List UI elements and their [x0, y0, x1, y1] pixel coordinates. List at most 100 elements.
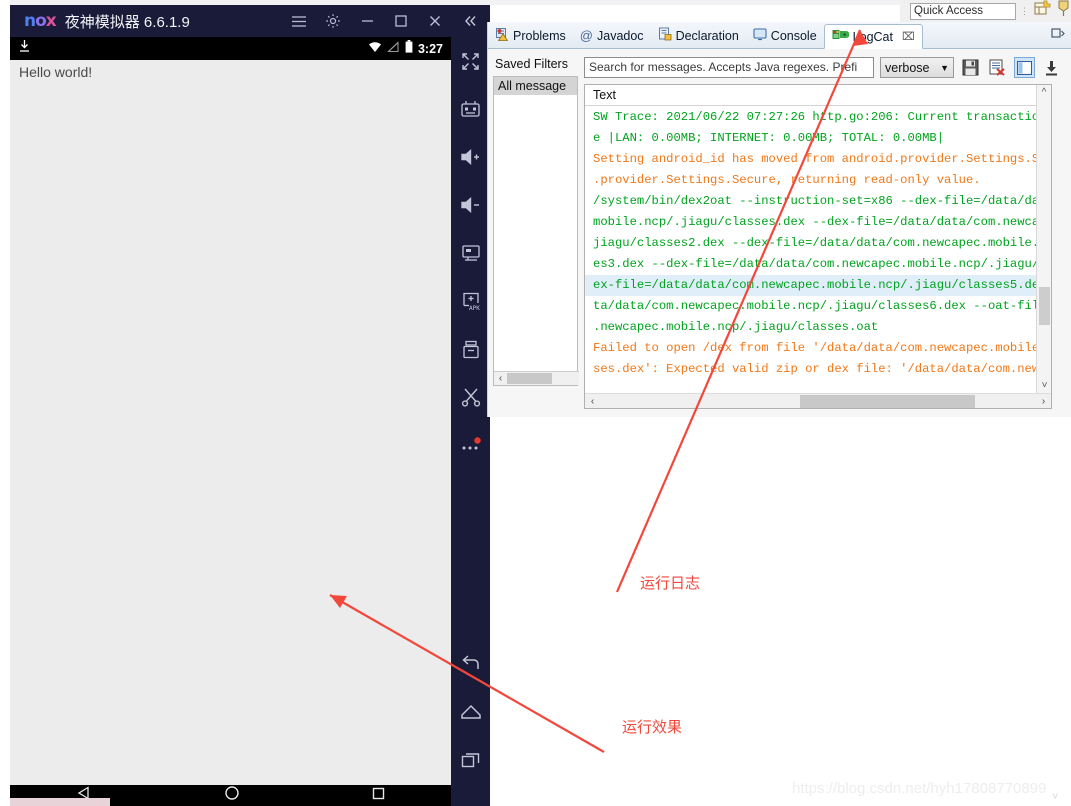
logcat-view: Problems @ Javadoc Declaration Console L…	[487, 22, 1071, 417]
log-row[interactable]: ex-file=/data/data/com.newcapec.mobile.n…	[585, 275, 1051, 296]
log-row[interactable]: ses.dex': Expected valid zip or dex file…	[585, 359, 1051, 380]
scroll-left-icon[interactable]: ‹	[494, 373, 507, 384]
save-log-icon[interactable]	[960, 57, 981, 78]
javadoc-icon: @	[579, 28, 593, 43]
saved-filters-panel: Saved Filters All message ‹	[493, 54, 579, 409]
scroll-track[interactable]	[600, 394, 1036, 408]
scroll-left-icon[interactable]: ‹	[585, 396, 600, 407]
log-row[interactable]: es3.dex --dex-file=/data/data/com.newcap…	[585, 254, 1051, 275]
scroll-lock-icon[interactable]	[1041, 57, 1062, 78]
shared-folder-icon[interactable]	[451, 325, 490, 373]
log-hscrollbar[interactable]: ‹ ›	[585, 393, 1051, 408]
filter-item-all-message[interactable]: All message	[494, 77, 577, 95]
logcat-toolbar: Search for messages. Accepts Java regexe…	[584, 54, 1066, 81]
log-message-table[interactable]: Text SW Trace: 2021/06/22 07:27:26 http.…	[584, 84, 1052, 409]
log-row[interactable]: mobile.ncp/.jiagu/classes.dex --dex-file…	[585, 212, 1051, 233]
saved-filters-list[interactable]: All message ‹	[493, 76, 579, 386]
tab-logcat[interactable]: LogCat ⌧	[823, 24, 923, 49]
recents-icon[interactable]	[371, 786, 386, 806]
watermark-text: https://blog.csdn.net/hyh17808770899	[792, 780, 1047, 797]
search-input[interactable]: Search for messages. Accepts Java regexe…	[584, 57, 874, 78]
menu-icon[interactable]	[282, 6, 316, 36]
logcat-icon	[832, 28, 850, 45]
svg-text:APK: APK	[469, 305, 480, 311]
sidebar-home-icon[interactable]	[451, 688, 490, 736]
close-icon[interactable]	[418, 6, 452, 36]
log-row[interactable]: SW Trace: 2021/06/22 07:27:26 http.go:20…	[585, 107, 1051, 128]
log-row[interactable]: Failed to open /dex from file '/data/dat…	[585, 338, 1051, 359]
nox-logo: nox	[24, 11, 57, 31]
log-row[interactable]: Setting android_id has moved from androi…	[585, 149, 1051, 170]
wifi-icon	[368, 40, 382, 58]
scroll-thumb[interactable]	[1039, 287, 1050, 325]
console-icon	[753, 27, 767, 44]
fullscreen-icon[interactable]	[451, 37, 490, 85]
tab-label: Javadoc	[597, 28, 644, 43]
logcat-body: Saved Filters All message ‹ Search for m…	[488, 49, 1071, 417]
maximize-icon[interactable]	[384, 6, 418, 36]
open-perspective-icon[interactable]	[1034, 0, 1051, 22]
chevron-down-icon: ▼	[940, 62, 949, 73]
more-icon[interactable]	[451, 421, 490, 469]
download-icon	[18, 39, 31, 58]
screenshot-root: nox 夜神模拟器 6.6.1.9 3:27 Hello world! APK …	[0, 0, 1071, 806]
nox-emulator-window: nox 夜神模拟器 6.6.1.9 3:27 Hello world! APK	[10, 5, 490, 806]
problems-icon	[495, 27, 509, 44]
desktop-edge-strip	[10, 798, 110, 806]
log-row[interactable]: .newcapec.mobile.ncp/.jiagu/classes.oat	[585, 317, 1051, 338]
view-menu-icon[interactable]	[1051, 27, 1066, 45]
log-row[interactable]: /system/bin/dex2oat --instruction-set=x8…	[585, 191, 1051, 212]
tab-label: LogCat	[852, 29, 893, 44]
volume-down-icon[interactable]	[451, 181, 490, 229]
filters-hscrollbar[interactable]: ‹	[494, 371, 579, 385]
hello-world-text: Hello world!	[19, 64, 93, 80]
view-tabbar: Problems @ Javadoc Declaration Console L…	[488, 22, 1071, 49]
sidebar-back-icon[interactable]	[451, 640, 490, 688]
eclipse-top-bar: Quick Access ⋮	[900, 0, 1071, 22]
nox-logo-x: x	[45, 11, 57, 31]
android-status-bar: 3:27	[10, 37, 451, 60]
screenshot-icon[interactable]	[451, 229, 490, 277]
scroll-up-icon[interactable]: ^	[1037, 85, 1051, 100]
sidebar-collapse-icon[interactable]	[451, 5, 490, 37]
minimize-icon[interactable]	[350, 6, 384, 36]
keyboard-mapping-icon[interactable]	[451, 85, 490, 133]
emulator-sidebar: APK	[451, 5, 490, 806]
cut-icon[interactable]	[451, 373, 490, 421]
annotation-run-log: 运行日志	[640, 574, 701, 592]
saved-filters-title: Saved Filters	[495, 57, 568, 71]
log-vscrollbar[interactable]: ^ ˅	[1036, 85, 1051, 393]
scroll-thumb[interactable]	[800, 394, 975, 408]
gear-icon[interactable]	[316, 6, 350, 36]
quick-access-input[interactable]: Quick Access	[910, 2, 1016, 20]
log-row[interactable]: jiagu/classes2.dex --dex-file=/data/data…	[585, 233, 1051, 254]
clear-log-icon[interactable]	[987, 57, 1008, 78]
log-level-select[interactable]: verbose ▼	[880, 57, 954, 78]
close-tab-icon[interactable]: ⌧	[902, 30, 915, 43]
perspective-tag-icon[interactable]	[1056, 0, 1071, 22]
log-row[interactable]: ta/data/com.newcapec.mobile.ncp/.jiagu/c…	[585, 296, 1051, 317]
annotation-run-result: 运行效果	[622, 718, 683, 736]
scroll-thumb[interactable]	[507, 373, 552, 384]
log-level-value: verbose	[885, 60, 930, 75]
tab-console[interactable]: Console	[746, 23, 824, 48]
log-row[interactable]: e |LAN: 0.00MB; INTERNET: 0.00MB; TOTAL:…	[585, 128, 1051, 149]
tab-declaration[interactable]: Declaration	[651, 23, 746, 48]
install-apk-icon[interactable]: APK	[451, 277, 490, 325]
display-saved-filters-icon[interactable]	[1014, 57, 1035, 78]
sidebar-recents-icon[interactable]	[451, 736, 490, 784]
scroll-down-icon[interactable]: ˅	[1037, 378, 1051, 393]
volume-up-icon[interactable]	[451, 133, 490, 181]
scroll-right-icon[interactable]: ›	[1036, 396, 1051, 407]
android-app-screen[interactable]: Hello world!	[10, 60, 451, 785]
tab-problems[interactable]: Problems	[488, 23, 573, 48]
tab-javadoc[interactable]: @ Javadoc	[573, 23, 651, 48]
log-row[interactable]: .provider.Settings.Secure, returning rea…	[585, 170, 1051, 191]
home-icon[interactable]	[224, 785, 240, 806]
log-rows-container[interactable]: SW Trace: 2021/06/22 07:27:26 http.go:20…	[585, 107, 1051, 408]
tab-label: Declaration	[675, 28, 739, 43]
left-strip	[0, 0, 10, 806]
battery-icon	[405, 39, 413, 58]
toolbar-grip[interactable]: ⋮	[1020, 7, 1029, 16]
nox-logo-n: n	[24, 11, 36, 31]
